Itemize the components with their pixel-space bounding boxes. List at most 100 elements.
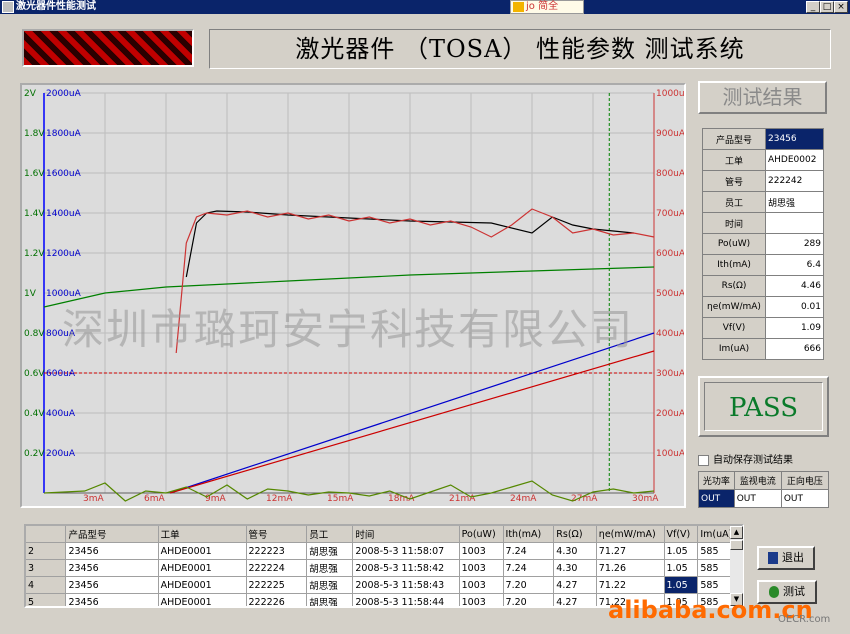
table-cell[interactable]: 1003 [459,542,504,560]
y-tick-label-right: 200uA [656,409,684,419]
table-cell[interactable]: 71.22 [596,576,665,594]
table-cell[interactable]: 4.27 [553,576,597,594]
exit-button[interactable]: 退出 [757,546,815,570]
summary-header-power: 光功率 [698,471,735,490]
grid-header-cell[interactable]: Po(uW) [459,526,504,543]
table-cell[interactable]: 1003 [459,559,504,577]
table-cell[interactable]: AHDE0001 [158,576,247,594]
scroll-thumb[interactable] [730,540,743,550]
table-cell[interactable]: 4 [26,576,67,594]
table-cell[interactable]: 2008-5-3 11:58:07 [352,542,460,560]
grid-header-cell[interactable]: 管号 [246,526,308,543]
result-label: 工单 [702,149,766,171]
y-tick-label-v: 1.8V [24,129,45,139]
table-cell[interactable]: 胡思强 [306,559,354,577]
grid-header-cell[interactable]: 工单 [158,526,247,543]
grid-header-cell[interactable] [26,526,67,543]
table-cell[interactable]: 2008-5-3 11:58:42 [352,559,460,577]
table-cell[interactable]: 4.30 [553,542,597,560]
series-line-4 [175,208,655,354]
result-label: ηe(mW/mA) [702,296,766,318]
table-row[interactable]: 3 23456 AHDE0001 222224 胡思强 2008-5-3 11:58:42… [26,559,742,577]
summary-value-voltage: OUT [780,489,830,508]
y-tick-label-ua: 800uA [46,329,76,339]
ime-toolbar[interactable]: jo 简全 [510,0,584,14]
result-row: 管号 222242 [702,170,824,192]
window-title: 激光器件性能测试 [16,1,96,12]
y-tick-label-v: 0.4V [24,409,45,419]
y-tick-label-ua: 200uA [46,449,76,459]
table-cell[interactable]: 4.27 [553,593,597,606]
grid-header-cell[interactable]: Vf(V) [664,526,699,543]
grid-header-cell[interactable]: 时间 [352,526,460,543]
table-cell[interactable]: AHDE0001 [158,542,247,560]
table-cell[interactable]: 71.26 [596,559,665,577]
table-cell[interactable]: 222225 [246,576,308,594]
table-cell[interactable]: 222226 [246,593,308,606]
table-cell[interactable]: 222223 [246,542,308,560]
table-cell[interactable]: 1.05 [664,542,699,560]
table-cell[interactable]: 2008-5-3 11:58:43 [352,576,460,594]
table-cell[interactable]: 222224 [246,559,308,577]
ime-label: jo 简全 [526,1,559,12]
x-tick-label: 12mA [266,494,293,504]
pass-status: PASS [704,382,823,431]
grid-header-cell[interactable]: 员工 [306,526,354,543]
y-tick-label-v: 0.2V [24,449,45,459]
table-row[interactable]: 2 23456 AHDE0001 222223 胡思强 2008-5-3 11:58:07… [26,542,742,560]
logo-banner [22,29,194,67]
scroll-up-arrow-icon[interactable]: ▲ [730,526,743,539]
table-cell[interactable]: 5 [26,593,67,606]
summary-value-monitor: OUT [733,489,782,508]
table-cell[interactable]: 7.24 [503,559,555,577]
table-cell[interactable]: 2 [26,542,67,560]
table-cell[interactable]: 胡思强 [306,542,354,560]
x-tick-label: 30mA [632,494,659,504]
y-tick-label-ua: 600uA [46,369,76,379]
y-tick-label-right: 600uA [656,249,684,259]
checkbox-box[interactable] [698,454,709,466]
table-cell[interactable]: 23456 [65,542,159,560]
table-row[interactable]: 4 23456 AHDE0001 222225 胡思强 2008-5-3 11:58:43… [26,576,742,594]
result-value: 4.46 [765,275,824,297]
result-row: 产品型号 23456 [702,128,824,150]
table-cell[interactable]: 胡思强 [306,576,354,594]
grid-header-cell[interactable]: 产品型号 [65,526,159,543]
result-label: Rs(Ω) [702,275,766,297]
table-cell[interactable]: 4.30 [553,559,597,577]
grid-header-cell[interactable]: ηe(mW/mA) [596,526,665,543]
table-cell[interactable]: 1003 [459,576,504,594]
result-row: 时间 [702,212,824,234]
grid-scrollbar[interactable]: ▲ ▼ [730,526,743,606]
result-label: Ith(mA) [702,254,766,276]
table-cell[interactable]: 1.05 [664,576,699,594]
close-button[interactable]: × [834,1,848,13]
y-tick-label-right: 1000uA [656,89,684,99]
table-cell[interactable]: 3 [26,559,67,577]
table-cell[interactable]: 1.05 [664,559,699,577]
result-value [765,212,824,234]
table-cell[interactable]: 23456 [65,576,159,594]
maximize-button[interactable]: □ [820,1,834,13]
table-cell[interactable]: 7.24 [503,542,555,560]
chart-canvas: 0.2V 0.4V 0.6V 0.8V 1V 1.2V 1.4V 1.6V 1.8V 2V 200u… [24,89,684,504]
result-label: Vf(V) [702,317,766,339]
autosave-checkbox[interactable]: 自动保存测试结果 [698,451,793,466]
table-cell[interactable]: 1003 [459,593,504,606]
summary-value-power: OUT [698,489,735,508]
y-tick-label-ua: 1600uA [46,169,82,179]
table-cell[interactable]: 23456 [65,593,159,606]
table-cell[interactable]: AHDE0001 [158,593,247,606]
table-cell[interactable]: 23456 [65,559,159,577]
minimize-button[interactable]: _ [806,1,820,13]
table-cell[interactable]: 7.20 [503,576,555,594]
grid-header-cell[interactable]: Rs(Ω) [553,526,597,543]
table-cell[interactable]: 2008-5-3 11:58:44 [352,593,460,606]
y-tick-label-ua: 1200uA [46,249,82,259]
table-cell[interactable]: 胡思强 [306,593,354,606]
table-cell[interactable]: AHDE0001 [158,559,247,577]
table-cell[interactable]: 7.20 [503,593,555,606]
table-cell[interactable]: 71.27 [596,542,665,560]
grid-header-cell[interactable]: Ith(mA) [503,526,555,543]
summary-table: 光功率 监视电流 正向电压 OUT OUT OUT [698,471,830,508]
